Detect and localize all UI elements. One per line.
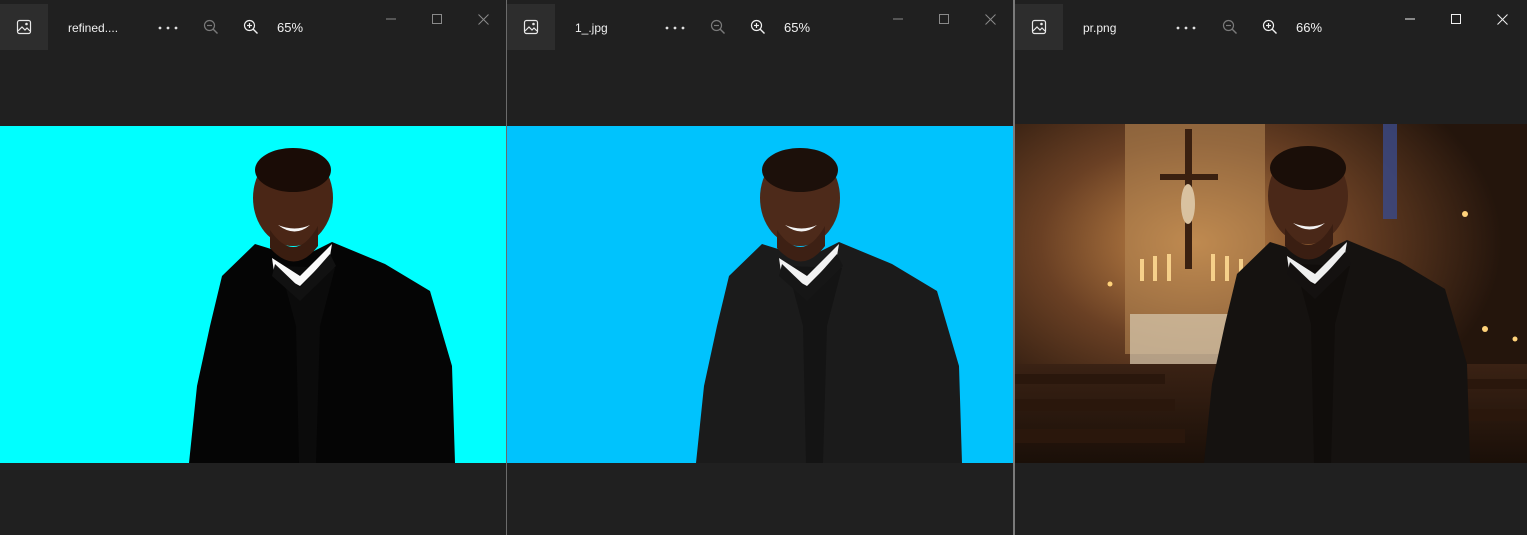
title-bar[interactable]: pr.png 66%: [1015, 0, 1527, 56]
close-button[interactable]: [1489, 10, 1515, 28]
maximize-button[interactable]: [931, 10, 957, 28]
close-icon: [477, 13, 489, 25]
app-menu-button[interactable]: [507, 4, 555, 50]
more-options-button[interactable]: [156, 16, 180, 40]
maximize-icon: [939, 14, 949, 24]
minimize-button[interactable]: [885, 10, 911, 28]
minimize-icon: [1405, 14, 1415, 24]
zoom-out-icon: [203, 19, 219, 35]
photos-window-2: 1_.jpg 65%: [507, 0, 1013, 535]
more-options-icon: [158, 26, 178, 30]
zoom-level: 65%: [784, 20, 811, 35]
zoom-out-button[interactable]: [1220, 17, 1240, 37]
zoom-level: 65%: [277, 20, 304, 35]
minimize-icon: [386, 14, 396, 24]
zoom-out-button[interactable]: [201, 17, 221, 37]
more-options-button[interactable]: [663, 16, 687, 40]
photo-icon: [1031, 19, 1047, 35]
photo-icon: [523, 19, 539, 35]
photos-window-1: refined.... 65%: [0, 0, 506, 535]
maximize-button[interactable]: [424, 10, 450, 28]
zoom-in-icon: [750, 19, 766, 35]
zoom-level: 66%: [1296, 20, 1323, 35]
more-options-button[interactable]: [1174, 16, 1198, 40]
close-icon: [1496, 13, 1508, 25]
photo-canvas[interactable]: [0, 126, 506, 463]
file-name: 1_.jpg: [575, 21, 608, 35]
photo-icon: [16, 19, 32, 35]
zoom-out-icon: [1222, 19, 1238, 35]
file-name: pr.png: [1083, 21, 1117, 35]
zoom-in-button[interactable]: [1260, 17, 1280, 37]
photo-canvas[interactable]: [1015, 124, 1527, 463]
zoom-in-icon: [243, 19, 259, 35]
zoom-out-button[interactable]: [708, 17, 728, 37]
app-menu-button[interactable]: [1015, 4, 1063, 50]
maximize-icon: [1451, 14, 1461, 24]
zoom-out-icon: [710, 19, 726, 35]
title-bar[interactable]: refined.... 65%: [0, 0, 506, 56]
more-options-icon: [665, 26, 685, 30]
minimize-icon: [893, 14, 903, 24]
more-options-icon: [1176, 26, 1196, 30]
photos-window-3: pr.png 66%: [1015, 0, 1527, 535]
photo-canvas[interactable]: [507, 126, 1013, 463]
title-bar[interactable]: 1_.jpg 65%: [507, 0, 1013, 56]
zoom-in-icon: [1262, 19, 1278, 35]
close-button[interactable]: [977, 10, 1003, 28]
close-icon: [984, 13, 996, 25]
maximize-icon: [432, 14, 442, 24]
app-menu-button[interactable]: [0, 4, 48, 50]
close-button[interactable]: [470, 10, 496, 28]
maximize-button[interactable]: [1443, 10, 1469, 28]
zoom-in-button[interactable]: [241, 17, 261, 37]
minimize-button[interactable]: [378, 10, 404, 28]
file-name: refined....: [68, 21, 119, 35]
minimize-button[interactable]: [1397, 10, 1423, 28]
zoom-in-button[interactable]: [748, 17, 768, 37]
